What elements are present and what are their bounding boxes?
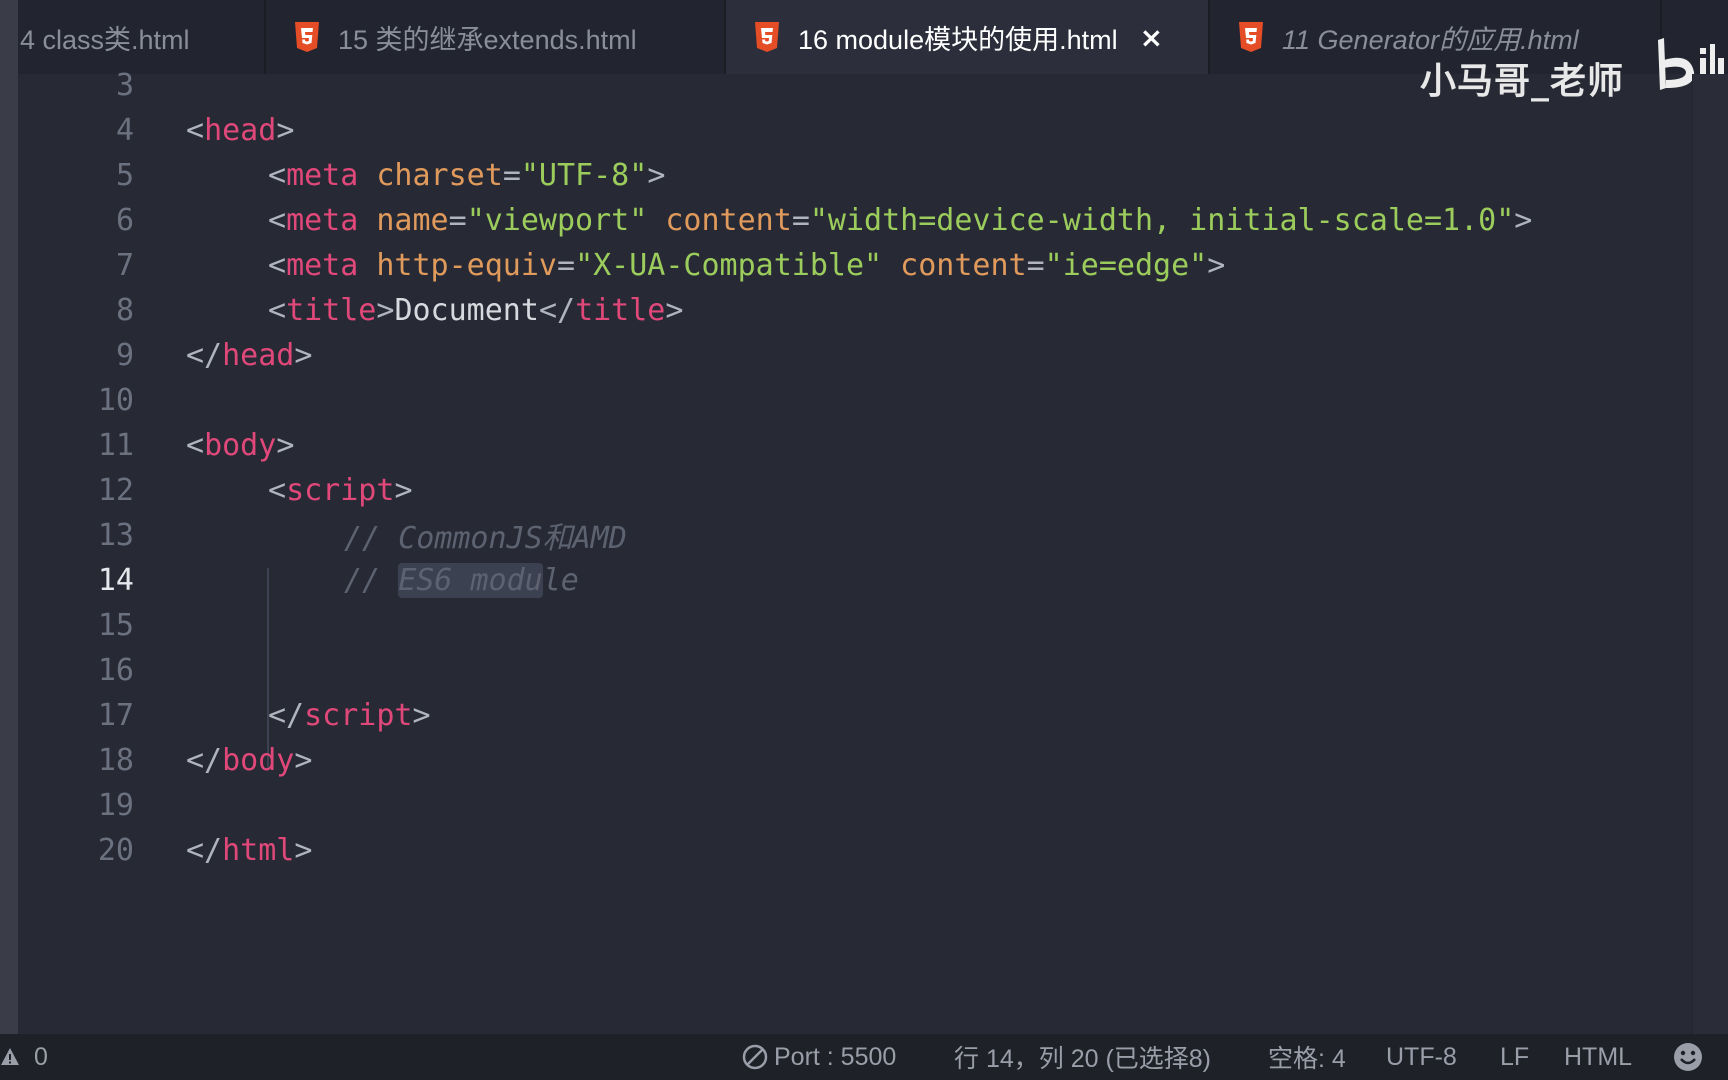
end-of-line[interactable]: LF [1500, 1034, 1529, 1080]
code-line: 20 </html> [18, 825, 1692, 875]
encoding[interactable]: UTF-8 [1386, 1034, 1457, 1080]
code-line: 10 [18, 375, 1692, 425]
cursor-position[interactable]: 行 14，列 20 (已选择8) [954, 1034, 1211, 1080]
language-mode[interactable]: HTML [1564, 1034, 1632, 1080]
tab-label: 4 class类.html [20, 24, 190, 55]
text-selection: ES6 modu [398, 562, 543, 598]
line-number: 8 [115, 292, 134, 328]
code-line: 13 // CommonJS和AMD [18, 510, 1692, 560]
line-number: 12 [97, 472, 134, 508]
code-line: 7 <meta http-equiv="X-UA-Compatible" con… [18, 240, 1692, 290]
line-number: 13 [97, 517, 134, 553]
code-line: 18 </body> [18, 735, 1692, 785]
line-number: 6 [115, 202, 134, 238]
line-number: 3 [115, 67, 134, 103]
activity-strip [0, 0, 18, 1034]
line-number: 20 [97, 832, 134, 868]
port-label: Port : 5500 [774, 1042, 897, 1071]
line-number: 17 [97, 697, 134, 733]
tab-label: 11 Generator的应用.html [1282, 24, 1579, 55]
code-line: 3 [18, 60, 1692, 110]
minimap[interactable] [1692, 74, 1728, 1034]
code-line: 19 [18, 780, 1692, 830]
code-editor[interactable]: 3 4 <head> 5 <meta charset="UTF-8"> 6 <m… [18, 68, 1692, 1034]
line-number: 19 [97, 787, 134, 823]
feedback-button[interactable] [1672, 1034, 1704, 1080]
line-number: 11 [97, 427, 134, 463]
code-line: 5 <meta charset="UTF-8"> [18, 150, 1692, 200]
problems-count: 0 [34, 1042, 48, 1071]
code-line: 17 </script> [18, 690, 1692, 740]
tab-label: 16 module模块的使用.html [798, 24, 1118, 55]
code-line: 15 [18, 600, 1692, 650]
line-number: 14 [97, 562, 134, 598]
line-number: 4 [115, 112, 134, 148]
line-number: 10 [97, 382, 134, 418]
line-number: 15 [97, 607, 134, 643]
comment: // CommonJS和AMD [344, 521, 627, 556]
code-line: 16 [18, 645, 1692, 695]
code-line: 4 <head> [18, 105, 1692, 155]
line-number: 7 [115, 247, 134, 283]
line-number: 18 [97, 742, 134, 778]
close-icon[interactable]: × [1140, 21, 1163, 54]
code-line: 12 <script> [18, 465, 1692, 515]
comment: // ES6 module [344, 562, 579, 598]
line-number: 9 [115, 337, 134, 373]
code-line: 8 <title>Document</title> [18, 285, 1692, 335]
code-line: 6 <meta name="viewport" content="width=d… [18, 195, 1692, 245]
html5-icon [755, 22, 779, 52]
smiley-feedback-icon [1674, 1043, 1702, 1071]
problems-indicator[interactable]: 0 [0, 1034, 48, 1080]
html5-icon [1239, 22, 1263, 52]
status-bar: 0 Port : 5500 行 14，列 20 (已选择8) 空格: 4 UTF… [0, 1034, 1728, 1080]
live-server-port[interactable]: Port : 5500 [742, 1034, 896, 1080]
indentation[interactable]: 空格: 4 [1268, 1034, 1346, 1080]
html5-icon [295, 22, 319, 52]
warning-icon [1, 1048, 19, 1065]
code-line: 9 </head> [18, 330, 1692, 380]
line-number: 16 [97, 652, 134, 688]
code-line-current: 14 // ES6 module [18, 555, 1692, 605]
tab-label: 15 类的继承extends.html [338, 24, 637, 55]
line-number: 5 [115, 157, 134, 193]
no-entry-icon [742, 1044, 768, 1070]
code-line: 11 <body> [18, 420, 1692, 470]
